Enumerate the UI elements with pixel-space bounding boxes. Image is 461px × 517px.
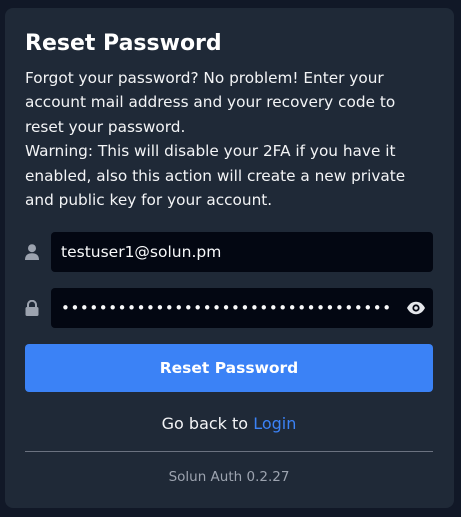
version-label: Solun Auth 0.2.27 (168, 469, 290, 485)
divider (25, 451, 433, 452)
email-field[interactable] (51, 232, 433, 272)
eye-icon[interactable] (405, 298, 427, 318)
reset-password-button[interactable]: Reset Password (25, 344, 433, 392)
email-row (25, 232, 433, 272)
password-row (25, 288, 433, 328)
recovery-code-field[interactable] (51, 288, 433, 328)
back-to-login: Go back to Login (25, 412, 433, 436)
form-area: Reset Password Go back to Login Solun Au… (5, 8, 454, 508)
login-link[interactable]: Login (253, 414, 296, 433)
back-text: Go back to (161, 414, 249, 433)
user-icon (25, 232, 51, 272)
lock-icon (25, 288, 51, 328)
